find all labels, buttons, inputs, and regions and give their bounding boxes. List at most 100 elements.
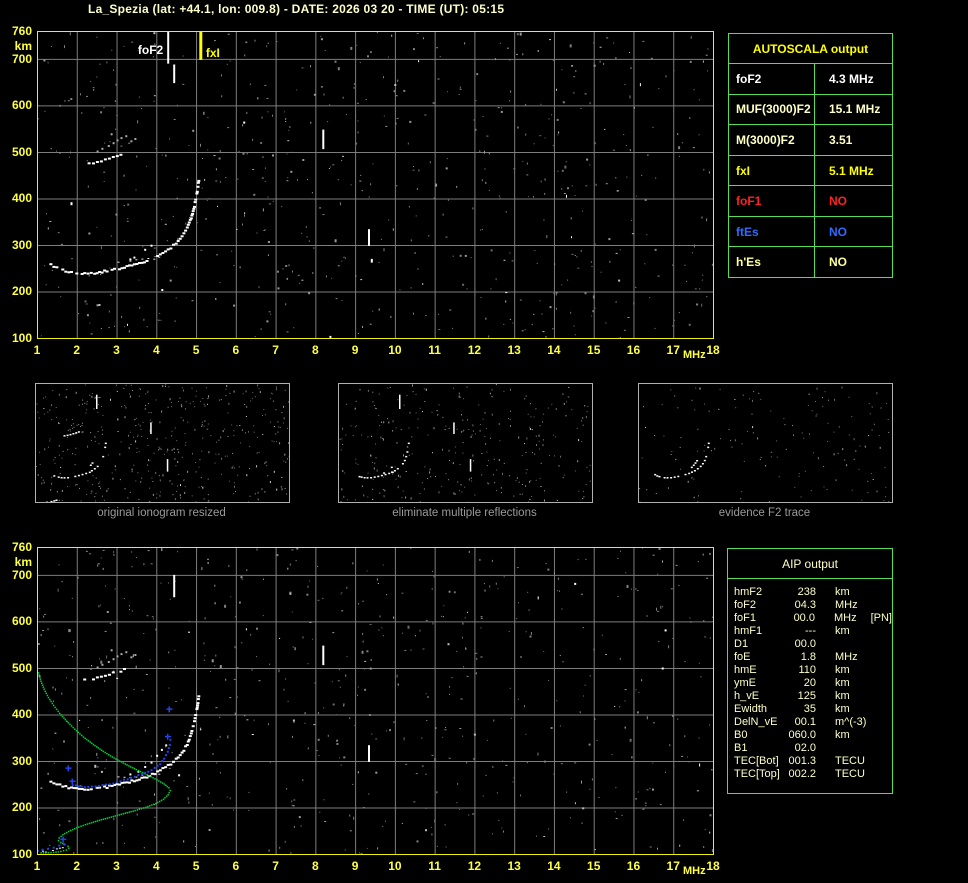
thumbnail-caption-eliminate: eliminate multiple reflections <box>392 507 537 519</box>
thumbnail-caption-evidence: evidence F2 trace <box>718 507 811 519</box>
x-tick-reconstructed_ionogram: 14 <box>547 859 561 873</box>
aip-row-TEC[Bot]: TEC[Bot] 001.3 TECU <box>734 755 892 768</box>
y-tick-reconstructed_ionogram: 600 <box>11 614 32 629</box>
y-tick-top_ionogram: 760 <box>11 24 32 38</box>
x-tick-top_ionogram: 4 <box>152 343 160 357</box>
autoscala-window: La_Spezia (lat: +44.1, lon: 009.8) - DAT… <box>0 0 968 883</box>
top_ionogram-canvas: foF2 fxI <box>37 31 714 339</box>
aip-param-label: Ewidth <box>734 703 768 715</box>
x-axis-unit-reconstructed_ionogram: MHz <box>683 865 706 877</box>
aip-param-unit: km <box>835 625 850 637</box>
autoscala-param-value: 5.1 MHz <box>829 163 874 178</box>
y-tick-reconstructed_ionogram: 300 <box>11 753 32 768</box>
x-tick-reconstructed_ionogram: 5 <box>192 859 200 873</box>
aip-param-label: B0 <box>734 729 748 741</box>
aip-param-value: 002.2 <box>788 768 816 780</box>
thumbnail-original-ionogram <box>35 383 290 504</box>
x-tick-reconstructed_ionogram: 7 <box>272 859 279 873</box>
y-tick-top_ionogram: 700 <box>11 51 32 66</box>
aip-param-label: foF2 <box>734 599 757 611</box>
x-tick-reconstructed_ionogram: 2 <box>73 859 81 873</box>
autoscala-row-fxI: fxI 5.1 MHz <box>729 155 892 187</box>
aip-param-label: foE <box>734 651 751 663</box>
x-tick-top_ionogram: 15 <box>587 343 601 357</box>
x-tick-reconstructed_ionogram: 16 <box>626 859 641 873</box>
aip-param-label: hmE <box>734 664 757 676</box>
y-tick-top_ionogram: 400 <box>11 191 32 206</box>
aip-param-unit: km <box>835 729 850 741</box>
aip-row-ymE: ymE 20 km <box>734 677 892 690</box>
aip-row-TEC[Top]: TEC[Top] 002.2 TECU <box>734 768 892 781</box>
station-title: La_Spezia (lat: +44.1, lon: 009.8) - DAT… <box>88 2 505 16</box>
aip-row-foF1: foF1 00.0 MHz [PN] <box>734 612 892 625</box>
autoscala-param-label: ftEs <box>729 216 815 247</box>
x-tick-reconstructed_ionogram: 8 <box>312 859 319 873</box>
autoscala-row-foF1: foF1 NO <box>729 186 892 217</box>
x-tick-top_ionogram: 12 <box>467 343 482 357</box>
y-tick-reconstructed_ionogram: 200 <box>11 800 32 815</box>
aip-param-label: B1 <box>734 742 748 754</box>
x-tick-reconstructed_ionogram: 4 <box>152 859 160 873</box>
aip-param-value: 00.0 <box>793 612 815 624</box>
autoscala-row-ftEs: ftEs NO <box>729 216 892 248</box>
y-tick-reconstructed_ionogram: 500 <box>11 660 32 675</box>
aip-param-value: 35 <box>803 703 816 715</box>
aip-param-value: 060.0 <box>788 729 816 741</box>
aip-param-unit: TECU <box>835 755 865 767</box>
aip-param-unit: m^(-3) <box>835 716 867 728</box>
x-axis-unit-top_ionogram: MHz <box>683 349 706 361</box>
aip-param-value: --- <box>805 625 816 637</box>
ionogram-plot-reconstructed <box>36 547 714 860</box>
thumbnail-canvas <box>36 384 290 504</box>
autoscala-row-M(3000)F2: M(3000)F2 3.51 <box>729 125 892 156</box>
y-tick-top_ionogram: 300 <box>11 237 32 252</box>
aip-param-unit: km <box>835 586 850 598</box>
x-tick-top_ionogram: 1 <box>33 343 41 357</box>
aip-param-value: 20 <box>803 677 816 689</box>
aip-param-label: DelN_vE <box>734 716 778 728</box>
marker-label-foF2: foF2 <box>138 43 164 57</box>
aip-param-unit: MHz <box>833 612 857 624</box>
autoscala-param-value: NO <box>829 194 847 209</box>
thumbnail-evidence-f2-trace <box>638 383 893 503</box>
x-tick-top_ionogram: 3 <box>113 343 120 357</box>
aip-param-label: hmF2 <box>734 586 763 598</box>
autoscala-row-MUF(3000)F2: MUF(3000)F2 15.1 MHz <box>729 94 892 126</box>
aip-param-label: D1 <box>734 638 749 650</box>
aip-param-value: 04.3 <box>794 599 816 611</box>
x-tick-top_ionogram: 5 <box>192 343 200 357</box>
thumbnail-caption-original: original ionogram resized <box>97 507 226 519</box>
aip-param-label: h_vE <box>734 690 760 702</box>
aip-param-value: 1.8 <box>800 651 816 663</box>
thumbnail-canvas <box>339 384 592 504</box>
aip-table-body: hmF2 238 km foF2 04.3 MHz foF1 00.0 MHz [PN] hmF1 -… <box>728 579 892 781</box>
marker-label-fxI: fxI <box>206 46 220 60</box>
autoscala-param-label: h'Es <box>729 247 815 278</box>
aip-param-value: 00.1 <box>794 716 816 728</box>
aip-row-foF2: foF2 04.3 MHz <box>734 599 892 612</box>
x-tick-top_ionogram: 13 <box>507 343 521 357</box>
autoscala-param-value: NO <box>829 224 847 239</box>
reconstructed_ionogram-canvas <box>36 547 714 856</box>
aip-param-label: TEC[Top] <box>734 768 780 780</box>
aip-param-label: ymE <box>734 677 756 689</box>
ionogram-plot-top: foF2 fxI <box>37 31 714 344</box>
x-tick-top_ionogram: 8 <box>312 343 319 357</box>
autoscala-param-label: foF2 <box>729 64 815 94</box>
x-tick-reconstructed_ionogram: 11 <box>428 859 441 873</box>
autoscala-param-label: foF1 <box>729 186 815 216</box>
y-axis-unit-reconstructed_ionogram: km <box>14 555 32 569</box>
x-tick-top_ionogram: 9 <box>351 343 359 357</box>
x-tick-top_ionogram: 16 <box>626 343 641 357</box>
aip-table-title: AIP output <box>728 549 892 579</box>
aip-param-unit: km <box>835 703 850 715</box>
autoscala-param-label: M(3000)F2 <box>729 125 815 155</box>
x-tick-reconstructed_ionogram: 13 <box>507 859 521 873</box>
y-tick-top_ionogram: 500 <box>11 144 32 159</box>
x-tick-reconstructed_ionogram: 6 <box>232 859 240 873</box>
autoscala-output-table: AUTOSCALA output foF2 4.3 MHz MUF(3000)F2 1… <box>728 33 893 278</box>
aip-row-D1: D1 00.0 <box>734 638 892 651</box>
x-tick-reconstructed_ionogram: 12 <box>467 859 482 873</box>
aip-param-extra: [PN] <box>870 612 892 624</box>
aip-param-unit: km <box>835 677 850 689</box>
